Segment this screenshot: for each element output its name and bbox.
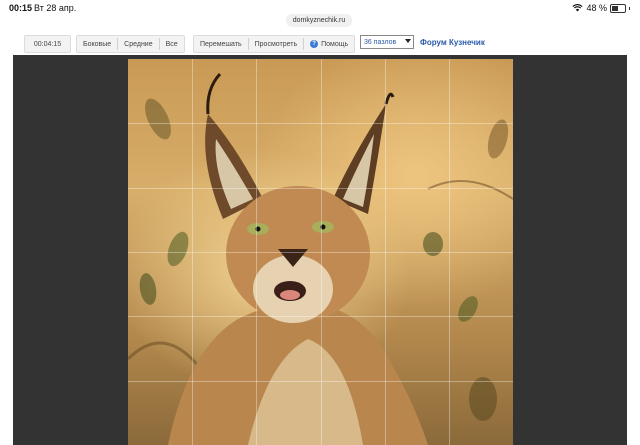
timer-box: 00:04:15 (24, 35, 71, 53)
grid-line-horizontal (128, 188, 513, 189)
timer: 00:04:15 (33, 40, 62, 48)
battery-tip (629, 6, 630, 10)
grid-line-horizontal (128, 123, 513, 124)
help-label: Помощь (321, 40, 349, 48)
forum-link[interactable]: Форум Кузнечик (420, 38, 485, 47)
pieces-count-select[interactable]: 36 пазлов (360, 35, 414, 49)
help-icon: ? (310, 40, 319, 48)
piece-filter-group: Боковые Средние Все (76, 35, 185, 53)
edge-pieces-button[interactable]: Боковые (77, 36, 117, 52)
address-bar[interactable]: domkyznechik.ru (286, 14, 352, 27)
actions-group: Перемешать Просмотреть ? Помощь (193, 35, 356, 53)
middle-pieces-button[interactable]: Средние (118, 36, 158, 52)
all-pieces-button[interactable]: Все (160, 36, 184, 52)
grid-line-horizontal (128, 316, 513, 317)
chevron-down-icon (405, 39, 411, 43)
grid-line-horizontal (128, 252, 513, 253)
pieces-count-value: 36 пазлов (364, 38, 397, 46)
status-time: 00:15 (9, 3, 33, 13)
puzzle-board (13, 55, 627, 445)
puzzle-toolbar: 00:04:15 Боковые Средние Все Перемешать … (0, 30, 640, 54)
preview-button[interactable]: Просмотреть (249, 36, 303, 52)
grid-line-horizontal (128, 381, 513, 382)
help-button[interactable]: ? Помощь (304, 36, 354, 52)
shuffle-button[interactable]: Перемешать (194, 36, 248, 52)
status-date: Вт 28 апр. (34, 3, 77, 13)
battery-icon (610, 3, 626, 13)
puzzle-image[interactable] (128, 59, 513, 445)
battery-percent: 48 % (586, 3, 607, 13)
status-indicators: 48 % (572, 3, 630, 13)
wifi-icon (572, 4, 584, 12)
